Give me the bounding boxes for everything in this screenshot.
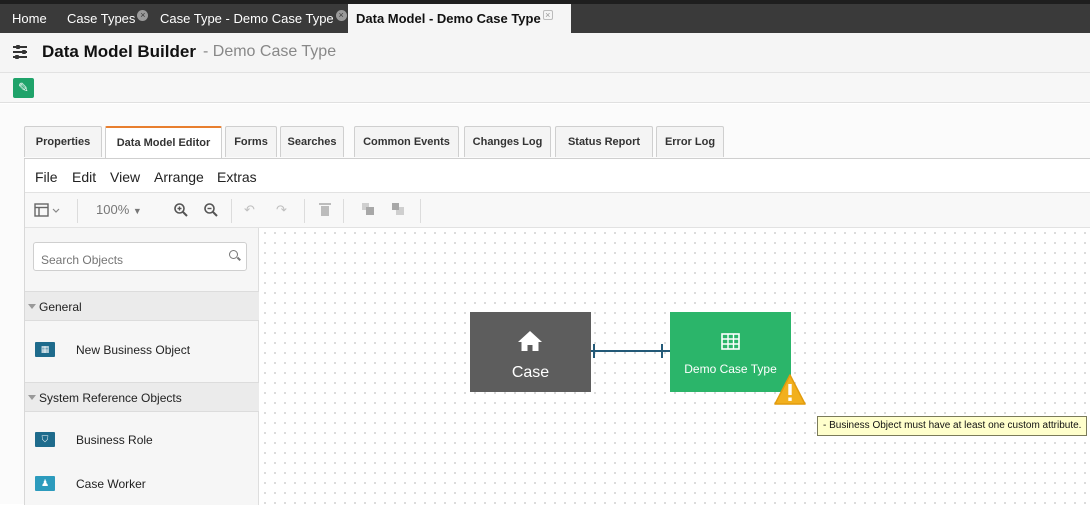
page-subtitle: - Demo Case Type bbox=[203, 43, 337, 60]
builder-header: Data Model Builder - Demo Case Type bbox=[0, 33, 1090, 73]
panel-layout-icon[interactable] bbox=[34, 202, 62, 221]
tab-common-events[interactable]: Common Events bbox=[354, 126, 459, 157]
table-icon: ▦ bbox=[35, 342, 55, 357]
tab-data-model-editor[interactable]: Data Model Editor bbox=[105, 126, 222, 159]
page-title: Data Model Builder bbox=[42, 42, 196, 61]
menu-arrange[interactable]: Arrange bbox=[154, 169, 204, 185]
pencil-icon: ✎ bbox=[18, 80, 29, 95]
menu-file[interactable]: File bbox=[35, 169, 58, 185]
top-tab-label: Data Model - Demo Case Type bbox=[356, 11, 541, 26]
top-tab-case-types[interactable]: Case Types × bbox=[67, 4, 149, 33]
chevron-down-icon bbox=[28, 304, 36, 309]
palette-item-label: Case Worker bbox=[76, 477, 146, 491]
delete-icon[interactable] bbox=[319, 202, 331, 220]
palette-item-label: New Business Object bbox=[76, 343, 191, 357]
tab-searches[interactable]: Searches bbox=[280, 126, 344, 157]
menu-extras[interactable]: Extras bbox=[217, 169, 257, 185]
section-label: System Reference Objects bbox=[39, 391, 182, 405]
warning-tooltip: - Business Object must have at least one… bbox=[817, 416, 1088, 436]
tab-changes-log[interactable]: Changes Log bbox=[464, 126, 551, 157]
node-case[interactable]: Case bbox=[470, 312, 591, 392]
top-tab-case-type-demo[interactable]: Case Type - Demo Case Type × bbox=[160, 4, 347, 33]
search-input[interactable] bbox=[33, 242, 247, 271]
close-icon[interactable]: × bbox=[137, 10, 149, 21]
user-icon: ♟ bbox=[35, 476, 55, 491]
section-label: General bbox=[39, 300, 82, 314]
shield-icon: ⛉ bbox=[35, 432, 55, 447]
top-tab-data-model-demo[interactable]: Data Model - Demo Case Type × bbox=[348, 4, 571, 33]
node-label: Case bbox=[511, 364, 550, 381]
top-tab-label: Case Types bbox=[67, 11, 136, 26]
chevron-down-icon bbox=[28, 395, 36, 400]
sliders-icon[interactable] bbox=[13, 45, 27, 59]
menu-bar: File Edit View Arrange Extras bbox=[25, 159, 1090, 192]
data-model-editor: File Edit View Arrange Extras 100% ▼ ↶ ↷ bbox=[24, 159, 1090, 505]
palette-item-label: Business Role bbox=[76, 433, 153, 447]
toolbar-separator bbox=[304, 199, 305, 223]
action-row: ✎ bbox=[0, 73, 1090, 103]
relationship-connector[interactable] bbox=[591, 344, 670, 358]
close-icon[interactable]: × bbox=[335, 10, 347, 21]
redo-icon[interactable]: ↷ bbox=[276, 202, 287, 218]
tab-error-log[interactable]: Error Log bbox=[656, 126, 724, 157]
toolbar-separator bbox=[343, 199, 344, 223]
chevron-down-icon: ▼ bbox=[132, 206, 142, 216]
to-front-icon[interactable] bbox=[361, 202, 375, 219]
zoom-value: 100% bbox=[96, 202, 130, 217]
zoom-select[interactable]: 100% ▼ bbox=[96, 202, 142, 217]
zoom-in-icon[interactable] bbox=[173, 202, 189, 221]
diagram-canvas[interactable]: Case Demo Case Type - Business Object mu… bbox=[260, 228, 1090, 505]
edit-button[interactable]: ✎ bbox=[13, 78, 34, 98]
search-icon bbox=[229, 250, 238, 259]
toolbar: 100% ▼ ↶ ↷ bbox=[25, 192, 1090, 228]
top-tab-label: Home bbox=[12, 11, 47, 26]
top-tab-home[interactable]: Home bbox=[12, 4, 47, 33]
tab-status-report[interactable]: Status Report bbox=[555, 126, 653, 157]
warning-icon[interactable] bbox=[773, 373, 807, 407]
toolbar-separator bbox=[231, 199, 232, 223]
top-tab-label: Case Type - Demo Case Type bbox=[160, 11, 334, 26]
toolbar-separator bbox=[77, 199, 78, 223]
zoom-out-icon[interactable] bbox=[203, 202, 219, 221]
close-icon[interactable]: × bbox=[542, 10, 553, 20]
section-system-reference-objects[interactable]: System Reference Objects bbox=[25, 382, 259, 412]
home-icon bbox=[517, 330, 543, 357]
toolbar-separator bbox=[420, 199, 421, 223]
menu-edit[interactable]: Edit bbox=[72, 169, 96, 185]
section-general[interactable]: General bbox=[25, 291, 259, 321]
undo-icon[interactable]: ↶ bbox=[244, 202, 255, 218]
top-tab-bar: Home Case Types × Case Type - Demo Case T… bbox=[0, 0, 1090, 33]
object-palette: General ▦ New Business Object System Ref… bbox=[25, 228, 259, 505]
to-back-icon[interactable] bbox=[391, 202, 405, 219]
tab-forms[interactable]: Forms bbox=[225, 126, 277, 157]
tab-properties[interactable]: Properties bbox=[24, 126, 102, 157]
menu-view[interactable]: View bbox=[110, 169, 140, 185]
table-icon bbox=[721, 333, 740, 355]
